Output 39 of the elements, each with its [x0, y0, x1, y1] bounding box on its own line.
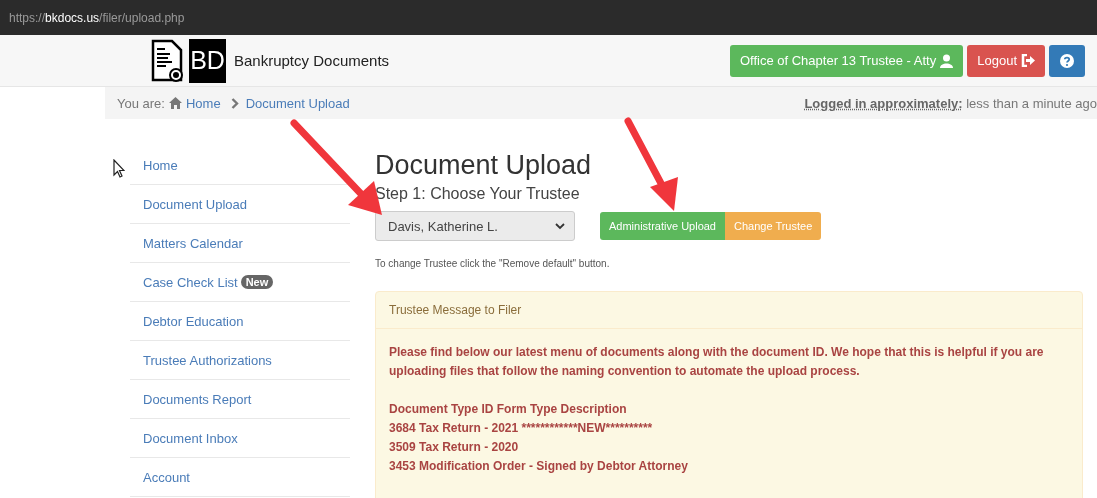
cursor-icon [113, 159, 125, 178]
logout-icon [1021, 54, 1035, 67]
help-icon [1060, 53, 1074, 68]
logout-button[interactable]: Logout [967, 44, 1045, 77]
upload-button[interactable]: Administrative Upload [600, 212, 725, 240]
help-button[interactable] [1049, 44, 1085, 77]
message-line: 3509 Tax Return - 2020 [389, 439, 520, 456]
breadcrumb-label: You are: [117, 95, 165, 111]
message-text: Please find below our latest menu of documents along with the document ID. We hope that this is helpful if you are uploading files that follow the naming convention to automate the upload process. [389, 344, 1045, 380]
sidebar-item[interactable]: Account [130, 458, 350, 497]
login-status: Logged in approximately: less than a minute ago [804, 95, 1097, 111]
step-heading: Step 1: Choose Your Trustee [375, 185, 581, 203]
page-title: Document Upload [375, 150, 593, 181]
message-line: Document Type ID Form Type Description [389, 401, 628, 418]
account-button[interactable]: Office of Chapter 13 Trustee - Atty [729, 44, 964, 77]
url-text[interactable]: https://bkdocs.us/filer/upload.php [9, 10, 185, 25]
sidebar-item[interactable]: Case Check List New [130, 263, 350, 302]
dropdown-caret-icon [555, 222, 565, 230]
document-icon [150, 38, 184, 83]
breadcrumb-link[interactable]: Document Upload [245, 95, 350, 111]
chevron-icon [230, 97, 239, 109]
logo-mark: BD [189, 38, 226, 83]
sidebar-item[interactable]: Home [130, 146, 350, 185]
new-badge: New [240, 275, 274, 289]
sidebar-item[interactable]: Document Inbox [130, 419, 350, 458]
trustee-select[interactable]: Davis, Katherine L. [375, 211, 575, 241]
message-line: 3453 Modification Order - Signed by Debtor Attorney [389, 458, 689, 475]
user-icon [940, 53, 954, 68]
sidebar-item[interactable]: Matters Calendar [130, 224, 350, 263]
sidebar-item[interactable]: Debtor Education [130, 302, 350, 341]
panel-title: Trustee Message to Filer [376, 292, 1082, 329]
message-line: 3684 Tax Return - 2021 ************NEW********** [389, 420, 654, 437]
brand-name: Bankruptcy Documents [234, 52, 390, 69]
sidebar-item[interactable]: Document Upload [130, 185, 350, 224]
home-icon [168, 97, 182, 109]
breadcrumb-link[interactable]: Home [185, 95, 221, 111]
sidebar-item[interactable]: Trustee Authorizations [130, 341, 350, 380]
sidebar-item[interactable]: Documents Report [130, 380, 350, 419]
help-text: To change Trustee click the "Remove default" button. [375, 258, 611, 269]
